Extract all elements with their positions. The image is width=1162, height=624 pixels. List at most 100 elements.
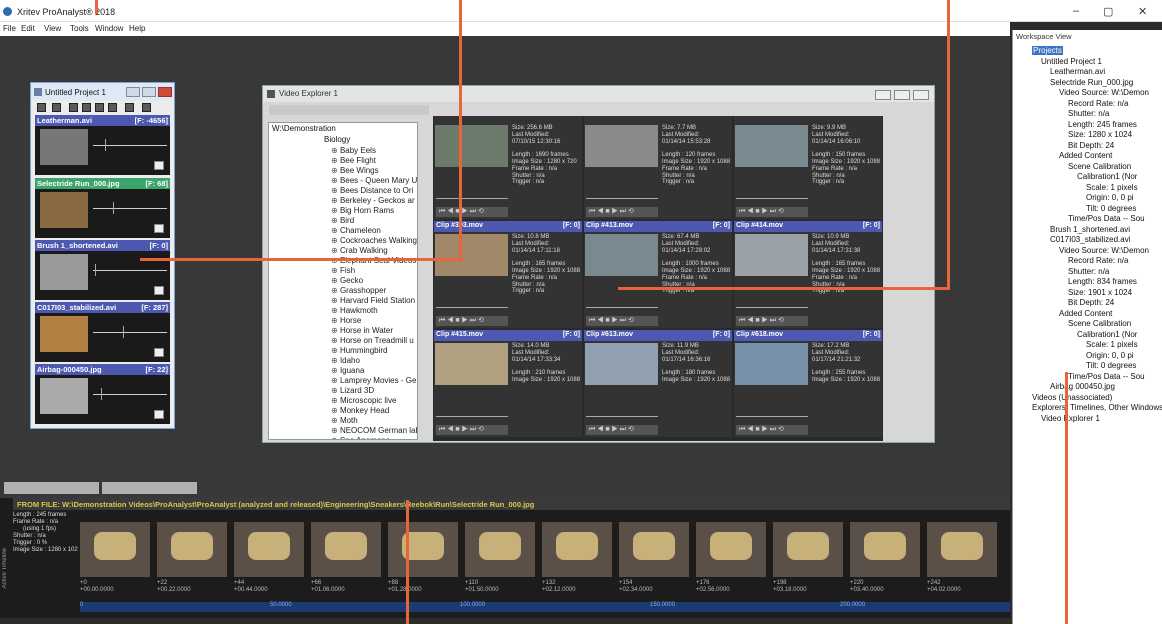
tree-item[interactable]: Bird — [331, 216, 354, 225]
tree-item[interactable]: Crab Walking — [331, 246, 388, 255]
timeline-scrubber[interactable]: 0 50.0000 100.0000 150.0000 200.0000 — [80, 602, 1010, 612]
close-button[interactable]: ✕ — [1138, 5, 1147, 18]
timeline-frame[interactable] — [542, 522, 612, 577]
workspace-tree-item[interactable]: Length: 245 frames — [1068, 120, 1137, 129]
maximize-icon[interactable] — [894, 90, 910, 100]
menu-tools[interactable]: Tools — [70, 24, 89, 33]
playback-controls[interactable]: ⏮ ◀ ■ ▶ ⏭ ⟲ — [436, 316, 508, 326]
tab-project[interactable] — [4, 482, 99, 494]
timeline-frame[interactable] — [388, 522, 458, 577]
workspace-tree-item[interactable]: Origin: 0, 0 pi — [1086, 193, 1134, 202]
workspace-tree-item[interactable]: Video Source: W:\Demon — [1059, 88, 1149, 97]
playback-controls[interactable]: ⏮ ◀ ■ ▶ ⏭ ⟲ — [736, 425, 808, 435]
export-icon[interactable] — [69, 103, 78, 112]
workspace-tree-item[interactable]: Scene Calibration — [1068, 162, 1131, 171]
workspace-tree-item[interactable]: Video Explorer 1 — [1041, 414, 1100, 423]
timeline-frame[interactable] — [465, 522, 535, 577]
clip-card[interactable]: Size: 9.9 MB Last Modified: 01/14/14 16:… — [734, 116, 882, 219]
tree-item[interactable]: Moth — [331, 416, 358, 425]
tree-item[interactable]: Big Horn Rams — [331, 206, 394, 215]
workspace-tree-item[interactable]: Calibration1 (Nor — [1077, 330, 1137, 339]
workspace-tree-item[interactable]: Origin: 0, 0 pi — [1086, 351, 1134, 360]
play-control-icon[interactable] — [154, 161, 164, 170]
active-timeline[interactable]: FROM FILE: W:\Demonstration Videos\ProAn… — [0, 498, 1010, 618]
workspace-tree-item[interactable]: Explorers, Timelines, Other Windows — [1032, 403, 1162, 412]
clip-card[interactable]: Clip #414.mov [F: 0] Size: 10.9 MB Last Mo… — [734, 221, 882, 328]
playback-controls[interactable]: ⏮ ◀ ■ ▶ ⏭ ⟲ — [586, 316, 658, 326]
clip-item[interactable]: Selectride Run_000.jpg [F: 68] — [35, 178, 170, 238]
timeline-frame[interactable] — [619, 522, 689, 577]
workspace-tree-item[interactable]: Record Rate: n/a — [1068, 99, 1128, 108]
tree-item[interactable]: Iguana — [331, 366, 364, 375]
playback-controls[interactable]: ⏮ ◀ ■ ▶ ⏭ ⟲ — [736, 316, 808, 326]
tree-item[interactable]: Monkey Head — [331, 406, 389, 415]
timeline-frame[interactable] — [696, 522, 766, 577]
play-control-icon[interactable] — [154, 410, 164, 419]
workspace-tree-item[interactable]: C017I03_stabilized.avi — [1050, 235, 1131, 244]
timeline-frame[interactable] — [80, 522, 150, 577]
tree-root[interactable]: Biology — [324, 135, 350, 144]
workspace-tree-item[interactable]: Length: 834 frames — [1068, 277, 1137, 286]
clip-card[interactable]: Size: 7.7 MB Last Modified: 01/14/14 15:… — [584, 116, 732, 219]
explorer-toolbar[interactable] — [269, 105, 429, 115]
tree-item[interactable]: Harvard Field Station — [331, 296, 415, 305]
tab-explorer[interactable] — [102, 482, 197, 494]
timeline-frame[interactable] — [311, 522, 381, 577]
close-icon[interactable] — [158, 87, 172, 97]
workspace-tree-item[interactable]: Calibration1 (Nor — [1077, 172, 1137, 181]
workspace-tree-item[interactable]: Bit Depth: 24 — [1068, 141, 1114, 150]
clip-card[interactable]: Clip #618.mov [F: 0] Size: 17.2 MB Last Mo… — [734, 330, 882, 437]
menu-edit[interactable]: Edit — [21, 24, 35, 33]
tree-item[interactable]: Cockroaches Walking — [331, 236, 417, 245]
workspace-tree-item[interactable]: Video Source: W:\Demon — [1059, 246, 1149, 255]
tree-item[interactable]: Fish — [331, 266, 355, 275]
monitor-icon[interactable] — [95, 103, 104, 112]
workspace-tree-item[interactable]: Added Content — [1059, 309, 1112, 318]
workspace-tree-item[interactable]: Scale: 1 pixels — [1086, 183, 1138, 192]
timeline-frame[interactable] — [157, 522, 227, 577]
tree-item[interactable]: Bees - Queen Mary U — [331, 176, 417, 185]
workspace-tree-item[interactable]: Shutter: n/a — [1068, 109, 1109, 118]
workspace-tree-item[interactable]: Videos (Unassociated) — [1032, 393, 1112, 402]
save-icon[interactable] — [37, 103, 46, 112]
workspace-tree-item[interactable]: Scale: 1 pixels — [1086, 340, 1138, 349]
menu-help[interactable]: Help — [129, 24, 145, 33]
tree-item[interactable]: Berkeley - Geckos ar — [331, 196, 415, 205]
tree-item[interactable]: Lamprey Movies - Ge — [331, 376, 416, 385]
minimize-button[interactable]: – — [1073, 5, 1079, 17]
folder-tree[interactable]: W:\Demonstration Biology Baby EelsBee Fl… — [268, 122, 418, 440]
playback-controls[interactable]: ⏮ ◀ ■ ▶ ⏭ ⟲ — [586, 207, 658, 217]
workspace-tree-item[interactable]: Size: 1901 x 1024 — [1068, 288, 1132, 297]
timeline-frame[interactable] — [850, 522, 920, 577]
workspace-tree-item[interactable]: Size: 1280 x 1024 — [1068, 130, 1132, 139]
close-icon[interactable] — [913, 90, 929, 100]
timeline-frame[interactable] — [773, 522, 843, 577]
save-all-icon[interactable] — [52, 103, 61, 112]
tree-item[interactable]: Horse on Treadmill u — [331, 336, 414, 345]
tree-item[interactable]: Microscopic live — [331, 396, 396, 405]
workspace-tree-item[interactable]: Time/Pos Data -- Sou — [1068, 214, 1145, 223]
window-tabs[interactable] — [0, 480, 200, 494]
tree-item[interactable]: Baby Eels — [331, 146, 376, 155]
tree-item[interactable]: Horse — [331, 316, 361, 325]
maximize-button[interactable]: ▢ — [1103, 5, 1113, 18]
tree-item[interactable]: Gecko — [331, 276, 363, 285]
tree-item[interactable]: NEOCOM German lab — [331, 426, 417, 435]
tree-item[interactable]: Lizard 3D — [331, 386, 374, 395]
tree-item[interactable]: Hawkmoth — [331, 306, 378, 315]
clip-grid[interactable]: Size: 256.6 MB Last Modified: 07/10/15 1… — [433, 116, 883, 441]
settings-icon[interactable] — [142, 103, 151, 112]
layout-icon[interactable] — [108, 103, 117, 112]
project-window[interactable]: Untitled Project 1 Leatherman.avi [F: -46… — [30, 82, 175, 429]
workspace-tree-item[interactable]: Airbag 000450.jpg — [1050, 382, 1115, 391]
workspace-tree-item[interactable]: Tilt: 0 degrees — [1086, 204, 1136, 213]
clip-card[interactable]: Size: 256.6 MB Last Modified: 07/10/15 1… — [434, 116, 582, 219]
grid-icon[interactable] — [125, 103, 134, 112]
tree-item[interactable]: Horse in Water — [331, 326, 393, 335]
minimize-icon[interactable] — [126, 87, 140, 97]
workspace-tree-item[interactable]: Selectride Run_000.jpg — [1050, 78, 1133, 87]
play-control-icon[interactable] — [154, 286, 164, 295]
menu-file[interactable]: File — [3, 24, 16, 33]
clip-card[interactable]: Clip #613.mov [F: 0] Size: 11.9 MB Last Mo… — [584, 330, 732, 437]
tree-item[interactable]: Bee Flight — [331, 156, 376, 165]
